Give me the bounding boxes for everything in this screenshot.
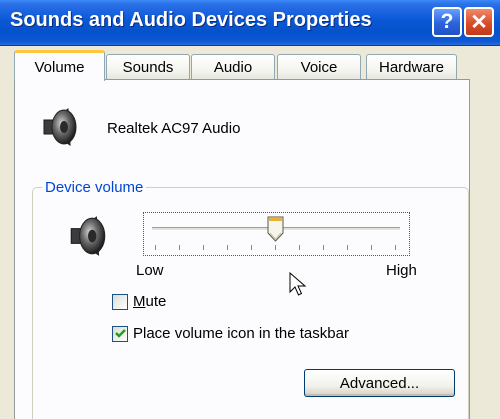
slider-tick <box>347 245 348 250</box>
slider-tick <box>203 245 204 250</box>
tab-sounds[interactable]: Sounds <box>106 54 190 79</box>
slider-tick <box>179 245 180 250</box>
tab-audio[interactable]: Audio <box>191 54 275 79</box>
slider-tick <box>227 245 228 250</box>
slider-high-label: High <box>386 262 417 279</box>
volume-slider-thumb[interactable] <box>267 216 284 242</box>
slider-tick <box>299 245 300 250</box>
help-button[interactable]: ? <box>432 7 462 37</box>
speaker-icon <box>70 216 106 256</box>
close-button[interactable]: ✕ <box>464 7 494 37</box>
slider-tick <box>323 245 324 250</box>
advanced-button[interactable]: Advanced... <box>304 369 455 397</box>
slider-tick <box>395 245 396 250</box>
tab-hardware[interactable]: Hardware <box>366 54 457 79</box>
mouse-cursor-icon <box>289 272 307 296</box>
slider-tick <box>155 245 156 250</box>
window-title: Sounds and Audio Devices Properties <box>10 9 372 31</box>
device-name: Realtek AC97 Audio <box>107 120 241 137</box>
title-bar[interactable]: Sounds and Audio Devices Properties ? ✕ <box>0 0 500 46</box>
mute-label: Mute <box>133 293 167 310</box>
tab-voice[interactable]: Voice <box>277 54 361 79</box>
slider-low-label: Low <box>136 262 164 279</box>
checkmark-icon <box>115 329 126 338</box>
speaker-icon <box>43 108 77 146</box>
taskbar-icon-checkbox[interactable] <box>112 326 128 342</box>
slider-tick <box>251 245 252 250</box>
slider-tick <box>275 245 276 250</box>
device-volume-label: Device volume <box>42 179 147 196</box>
taskbar-icon-label: Place volume icon in the taskbar <box>133 325 349 342</box>
slider-tick <box>371 245 372 250</box>
mute-checkbox[interactable] <box>112 294 128 310</box>
tab-volume[interactable]: Volume <box>14 50 105 81</box>
